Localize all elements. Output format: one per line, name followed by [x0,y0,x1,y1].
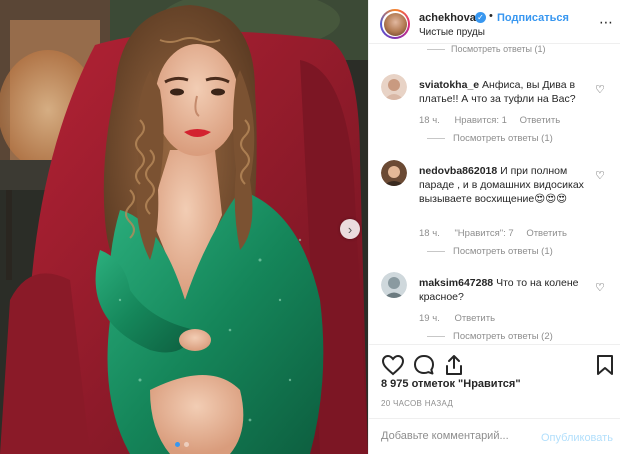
follow-button[interactable]: Подписаться [497,12,569,24]
comment-text: maksim647288 Что то на колене красное? [419,276,589,304]
avatar [383,12,407,36]
post-photo: › [0,0,368,454]
like-comment-heart-icon[interactable]: ♡ [595,169,605,182]
comment-avatar[interactable] [381,272,407,298]
view-replies-link[interactable]: Посмотреть ответы (1) [451,44,546,54]
post-timestamp[interactable]: 20 ЧАСОВ НАЗАД [381,399,453,408]
reply-button[interactable]: Ответить [520,115,561,126]
header-separator: • [489,10,493,22]
comment-likes[interactable]: "Нравится": 7 [454,228,513,239]
heart-icon[interactable] [381,353,405,377]
view-replies-link[interactable]: Посмотреть ответы (1) [427,133,553,144]
comment-input[interactable] [381,430,531,442]
bookmark-icon[interactable] [593,353,617,377]
carousel-dot [184,442,189,447]
comment-avatar[interactable] [381,160,407,186]
publish-button[interactable]: Опубликовать [541,432,613,444]
comment-text: nedovba862018 И при полном параде , и в … [419,164,589,206]
share-icon[interactable] [442,353,466,377]
comments-list[interactable]: Посмотреть ответы (1) sviatokha_e Анфиса… [369,44,620,344]
comment-avatar[interactable] [381,74,407,100]
comment-meta: 18 ч. Нравится: 1 Ответить [419,115,570,126]
like-comment-heart-icon[interactable]: ♡ [595,281,605,294]
post-location[interactable]: Чистые пруды [419,27,485,38]
more-options-icon[interactable]: ⋯ [599,14,614,31]
verified-badge-icon: ✓ [475,12,486,23]
comment-time[interactable]: 18 ч. [419,115,440,126]
view-replies-link[interactable]: Посмотреть ответы (2) [427,331,553,342]
comment-username[interactable]: nedovba862018 [419,165,497,177]
like-comment-heart-icon[interactable]: ♡ [595,83,605,96]
comment-username[interactable]: sviatokha_e [419,79,479,91]
view-replies-link[interactable]: Посмотреть ответы (1) [427,246,553,257]
chevron-right-icon: › [347,221,353,237]
likes-count[interactable]: 8 975 отметок "Нравится" [381,378,521,390]
post-side-panel: achekhova ✓ • Подписаться Чистые пруды ⋯… [368,0,620,454]
carousel-dot-active [175,442,180,447]
comment-likes[interactable]: Нравится: 1 [454,115,506,126]
comment-text: sviatokha_e Анфиса, вы Дива в платье!! А… [419,78,589,106]
comment-time[interactable]: 19 ч. [419,313,440,324]
reply-button[interactable]: Ответить [454,313,495,324]
comment-icon[interactable] [412,353,436,377]
comment-time[interactable]: 18 ч. [419,228,440,239]
author-username[interactable]: achekhova [419,12,476,24]
next-photo-button[interactable]: › [340,219,360,239]
add-comment-bar: Опубликовать [369,418,620,454]
reply-button[interactable]: Ответить [526,228,567,239]
comment-meta: 19 ч. Ответить [419,313,505,324]
carousel-indicator [175,442,189,447]
comment-username[interactable]: maksim647288 [419,277,493,289]
photo-illustration [0,0,368,454]
story-ring[interactable] [380,9,410,39]
post-header: achekhova ✓ • Подписаться Чистые пруды ⋯ [369,0,620,44]
comment-meta: 18 ч. "Нравится": 7 Ответить [419,228,577,239]
